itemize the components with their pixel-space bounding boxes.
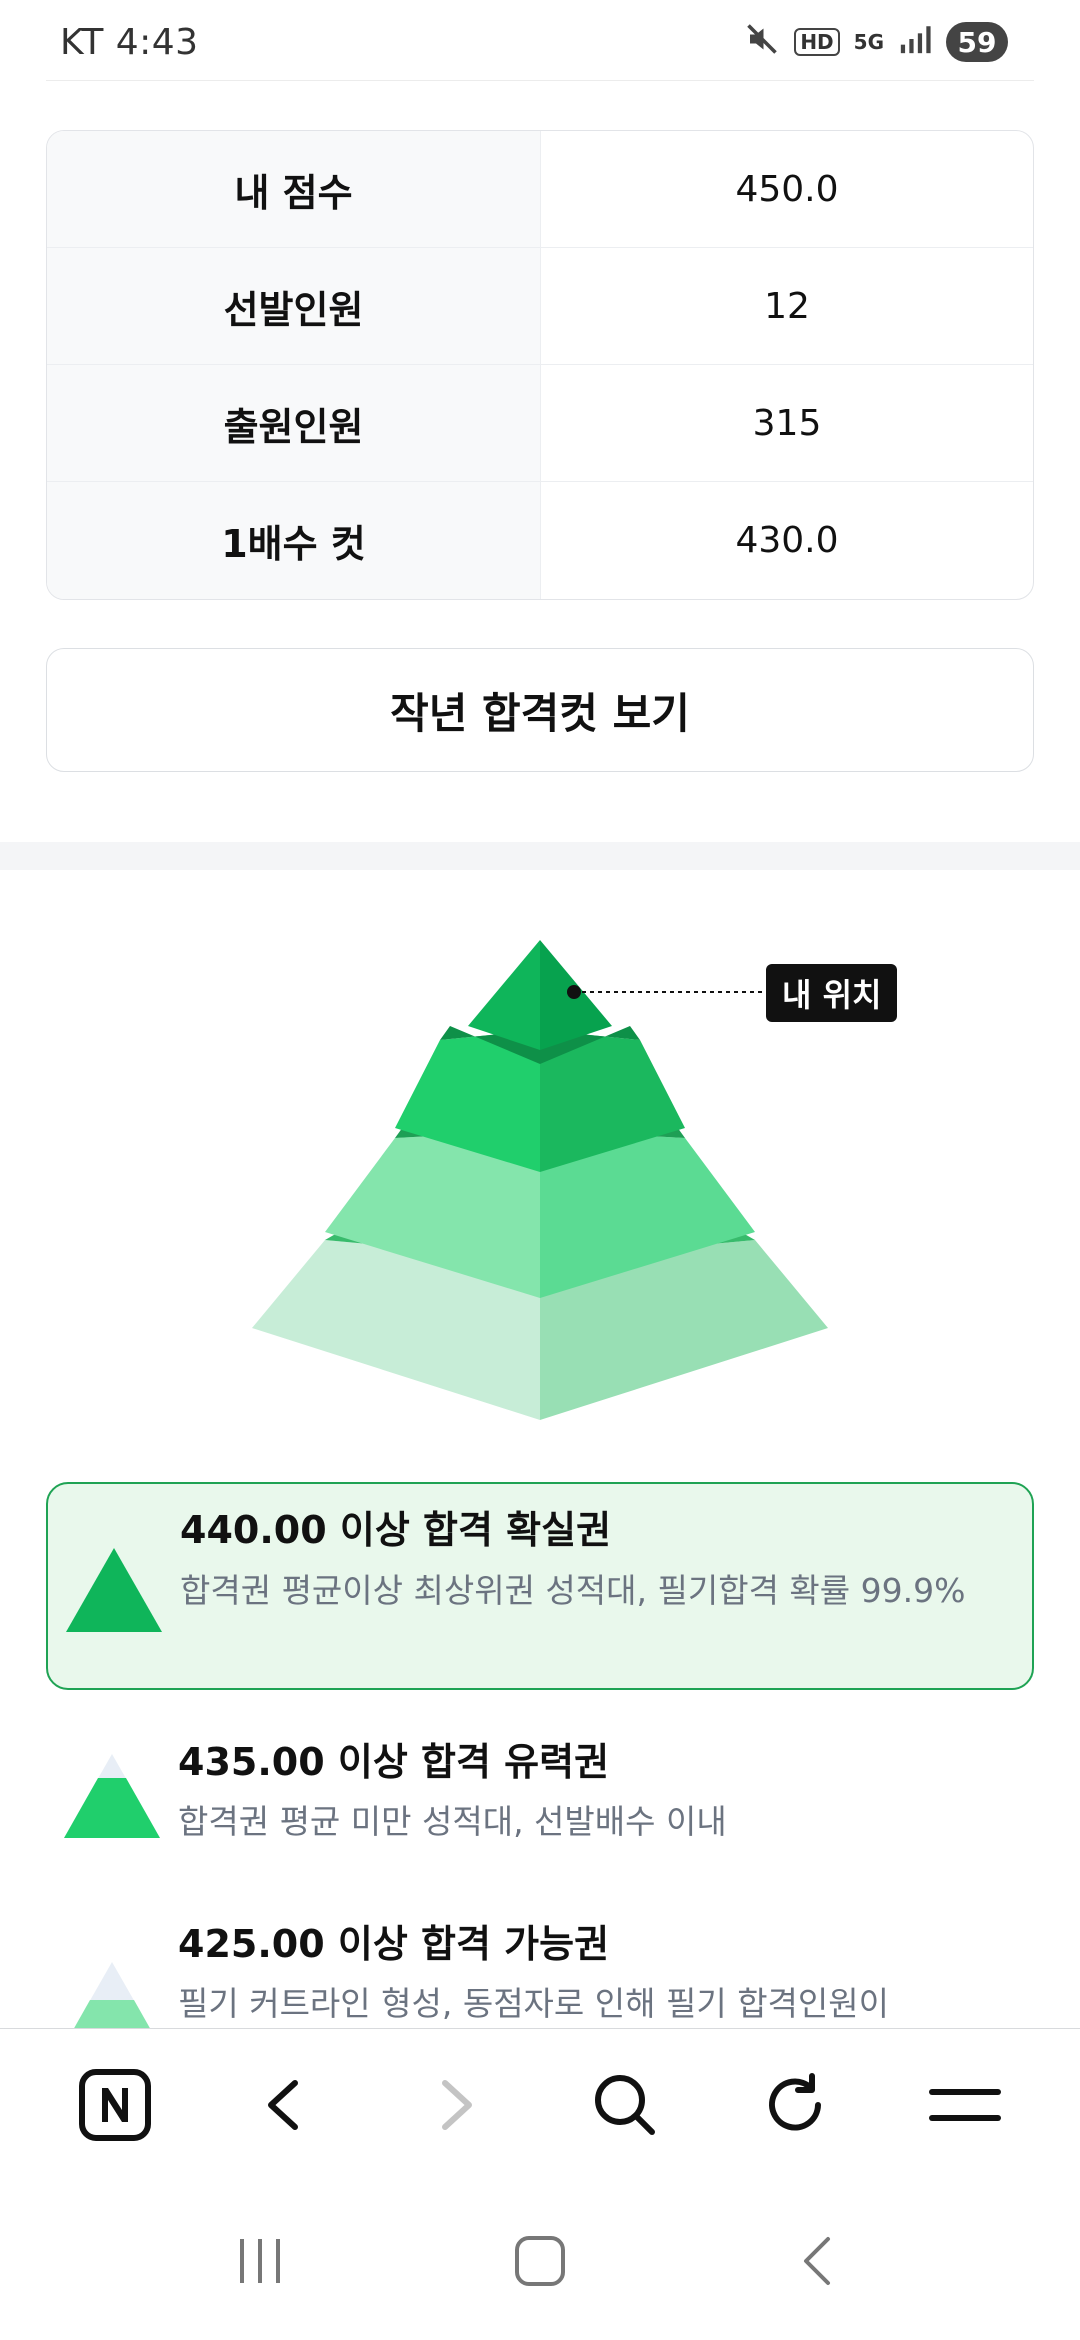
previous-year-cut-button[interactable]: 작년 합격컷 보기 xyxy=(46,648,1034,772)
recent-apps-icon xyxy=(240,2238,280,2283)
level-desc: 합격권 평균이상 최상위권 성적대, 필기합격 확률 99.9% xyxy=(180,1571,966,1610)
network-5g-icon: 5G xyxy=(853,30,884,54)
table-row: 1배수 컷 430.0 xyxy=(47,482,1033,599)
system-back-button[interactable] xyxy=(770,2211,870,2311)
level-item-certain[interactable]: 440.00 이상 합격 확실권 합격권 평균이상 최상위권 성적대, 필기합격… xyxy=(46,1482,1034,1690)
rank-pyramid xyxy=(252,940,828,1420)
triangle-full-icon xyxy=(66,1548,162,1632)
home-button[interactable] xyxy=(490,2211,590,2311)
naver-n-icon xyxy=(79,2069,151,2141)
level-title: 425.00 이상 합격 가능권 xyxy=(178,1922,610,1966)
hamburger-menu-icon xyxy=(929,2089,1001,2121)
browser-toolbar xyxy=(0,2029,1080,2181)
row-label: 출원인원 xyxy=(47,365,541,481)
system-nav-bar xyxy=(0,2181,1080,2340)
level-title: 435.00 이상 합격 유력권 xyxy=(178,1740,610,1784)
hd-icon: HD xyxy=(794,28,840,56)
refresh-button[interactable] xyxy=(745,2055,845,2155)
row-label: 내 점수 xyxy=(47,131,541,247)
level-text: 435.00 이상 합격 유력권 합격권 평균 미만 성적대, 선발배수 이내 xyxy=(178,1736,1034,1850)
battery-icon: 59 xyxy=(946,22,1008,62)
header-divider xyxy=(46,80,1034,81)
menu-button[interactable] xyxy=(915,2055,1015,2155)
level-icon xyxy=(48,1504,180,1632)
section-divider xyxy=(0,842,1080,870)
recent-apps-button[interactable] xyxy=(210,2211,310,2311)
search-button[interactable] xyxy=(575,2055,675,2155)
level-desc: 필기 커트라인 형성, 동점자로 인해 필기 합격인원이 xyxy=(178,1984,889,2023)
forward-button[interactable] xyxy=(405,2055,505,2155)
chevron-right-icon xyxy=(442,2080,472,2130)
level-title: 440.00 이상 합격 확실권 xyxy=(180,1508,612,1552)
table-row: 내 점수 450.0 xyxy=(47,131,1033,248)
triangle-partial-icon xyxy=(74,1962,150,2028)
score-info-table: 내 점수 450.0 선발인원 12 출원인원 315 1배수 컷 430.0 xyxy=(46,130,1034,600)
level-text: 425.00 이상 합격 가능권 필기 커트라인 형성, 동점자로 인해 필기 … xyxy=(178,1918,1034,2028)
naver-home-button[interactable] xyxy=(65,2055,165,2155)
row-label: 선발인원 xyxy=(47,248,541,364)
back-button[interactable] xyxy=(235,2055,335,2155)
table-row: 출원인원 315 xyxy=(47,365,1033,482)
signal-icon xyxy=(898,22,932,63)
level-item-possible[interactable]: 425.00 이상 합격 가능권 필기 커트라인 형성, 동점자로 인해 필기 … xyxy=(46,1918,1034,2028)
row-value: 315 xyxy=(752,402,822,444)
search-icon xyxy=(595,2075,655,2135)
row-value: 450.0 xyxy=(735,168,839,210)
table-row: 선발인원 12 xyxy=(47,248,1033,365)
status-icons: HD 5G 59 xyxy=(744,21,1008,64)
triangle-partial-icon xyxy=(64,1754,160,1838)
row-value: 430.0 xyxy=(735,520,839,561)
pyramid-tier-1-left xyxy=(468,940,540,1050)
level-item-likely[interactable]: 435.00 이상 합격 유력권 합격권 평균 미만 성적대, 선발배수 이내 xyxy=(46,1736,1034,1866)
level-icon xyxy=(46,1736,178,1838)
back-chevron-icon xyxy=(804,2236,830,2285)
refresh-icon xyxy=(769,2073,821,2131)
level-text: 440.00 이상 합격 확실권 합격권 평균이상 최상위권 성적대, 필기합격… xyxy=(180,1504,1032,1620)
row-label: 1배수 컷 xyxy=(47,482,541,599)
level-icon xyxy=(46,1918,178,2028)
mute-icon xyxy=(744,21,780,64)
my-position-label: 내 위치 xyxy=(766,964,898,1022)
home-square-icon xyxy=(515,2235,565,2286)
row-value: 12 xyxy=(764,285,810,327)
level-desc: 합격권 평균 미만 성적대, 선발배수 이내 xyxy=(178,1802,727,1841)
carrier-time: KT 4:43 xyxy=(60,21,199,63)
chevron-left-icon xyxy=(268,2080,298,2130)
status-bar: KT 4:43 HD 5G 59 xyxy=(0,0,1080,84)
